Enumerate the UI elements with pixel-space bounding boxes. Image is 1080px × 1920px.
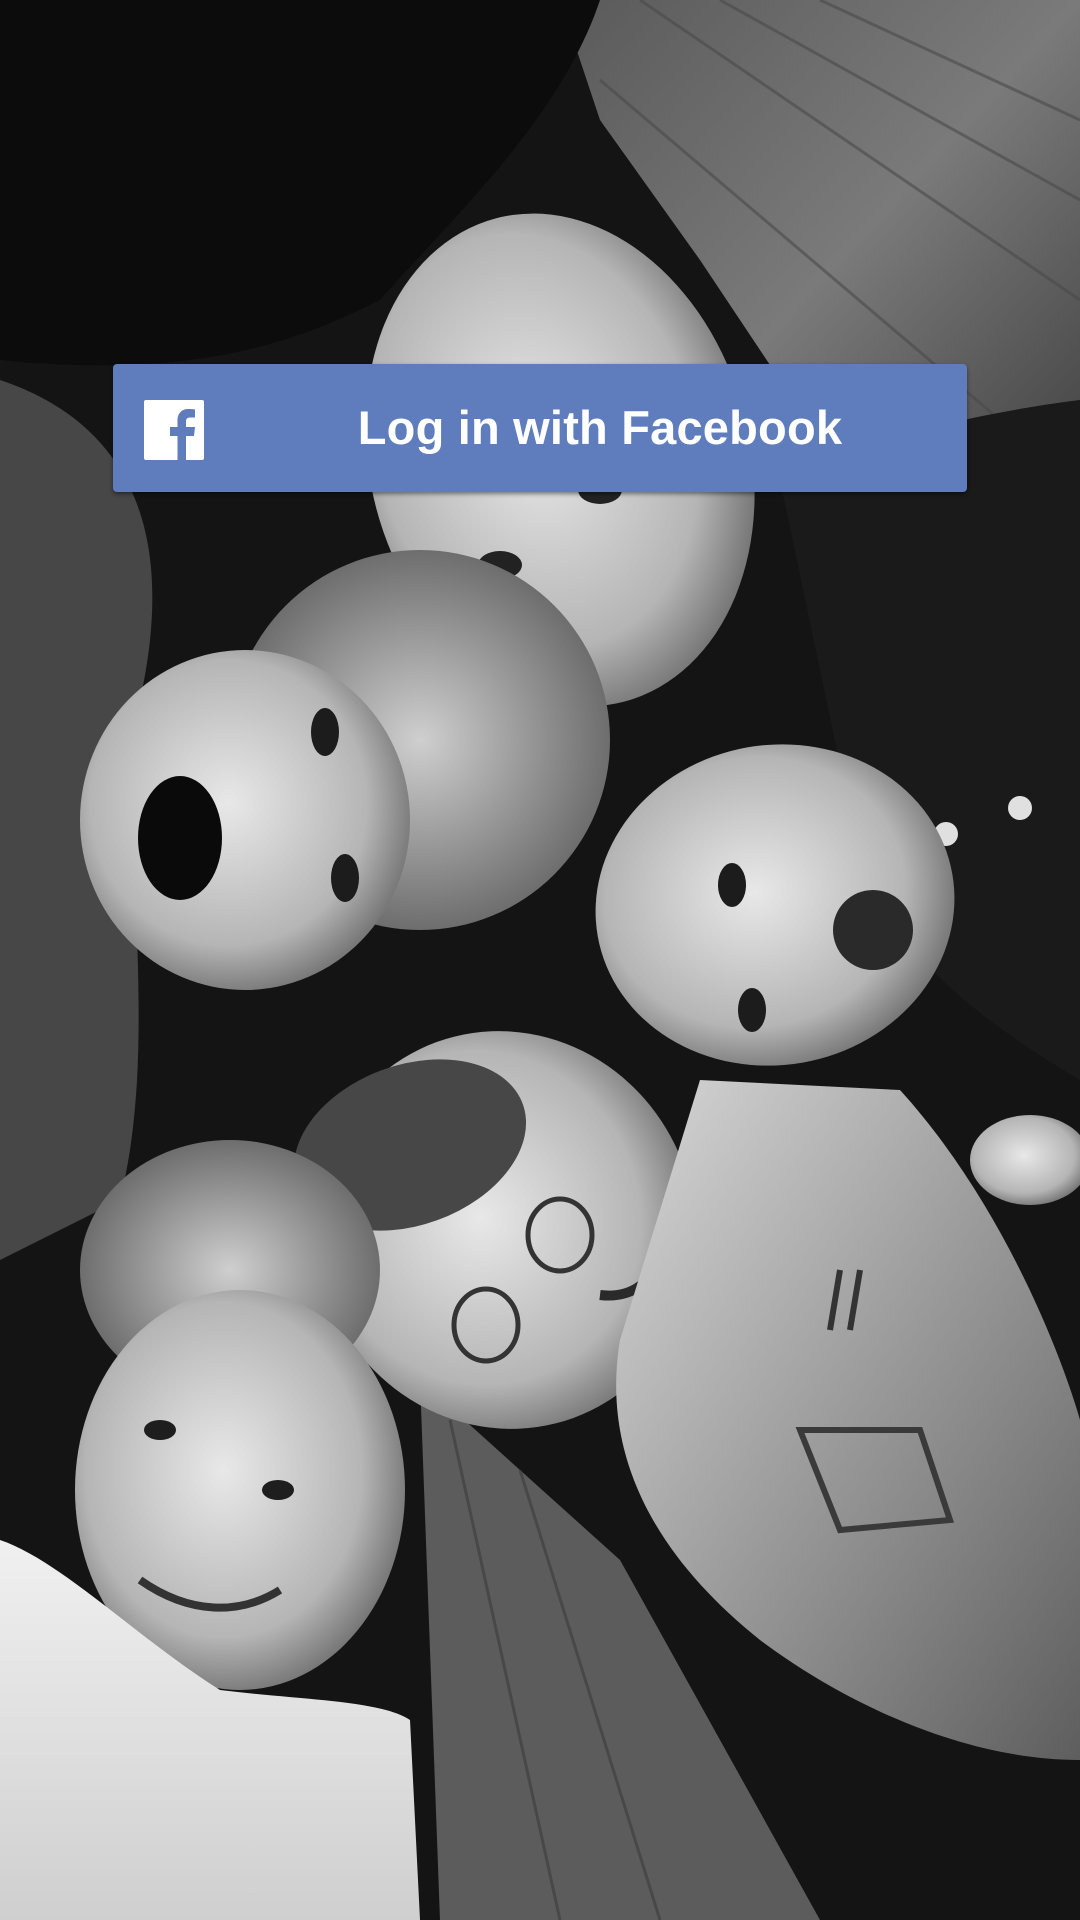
login-button-label: Log in with Facebook <box>357 401 843 454</box>
login-screen: Log in with Facebook <box>0 0 1080 1920</box>
facebook-login-button[interactable]: Log in with Facebook <box>113 364 967 492</box>
background-photo <box>0 0 1080 1920</box>
facebook-logo-icon <box>144 400 204 460</box>
